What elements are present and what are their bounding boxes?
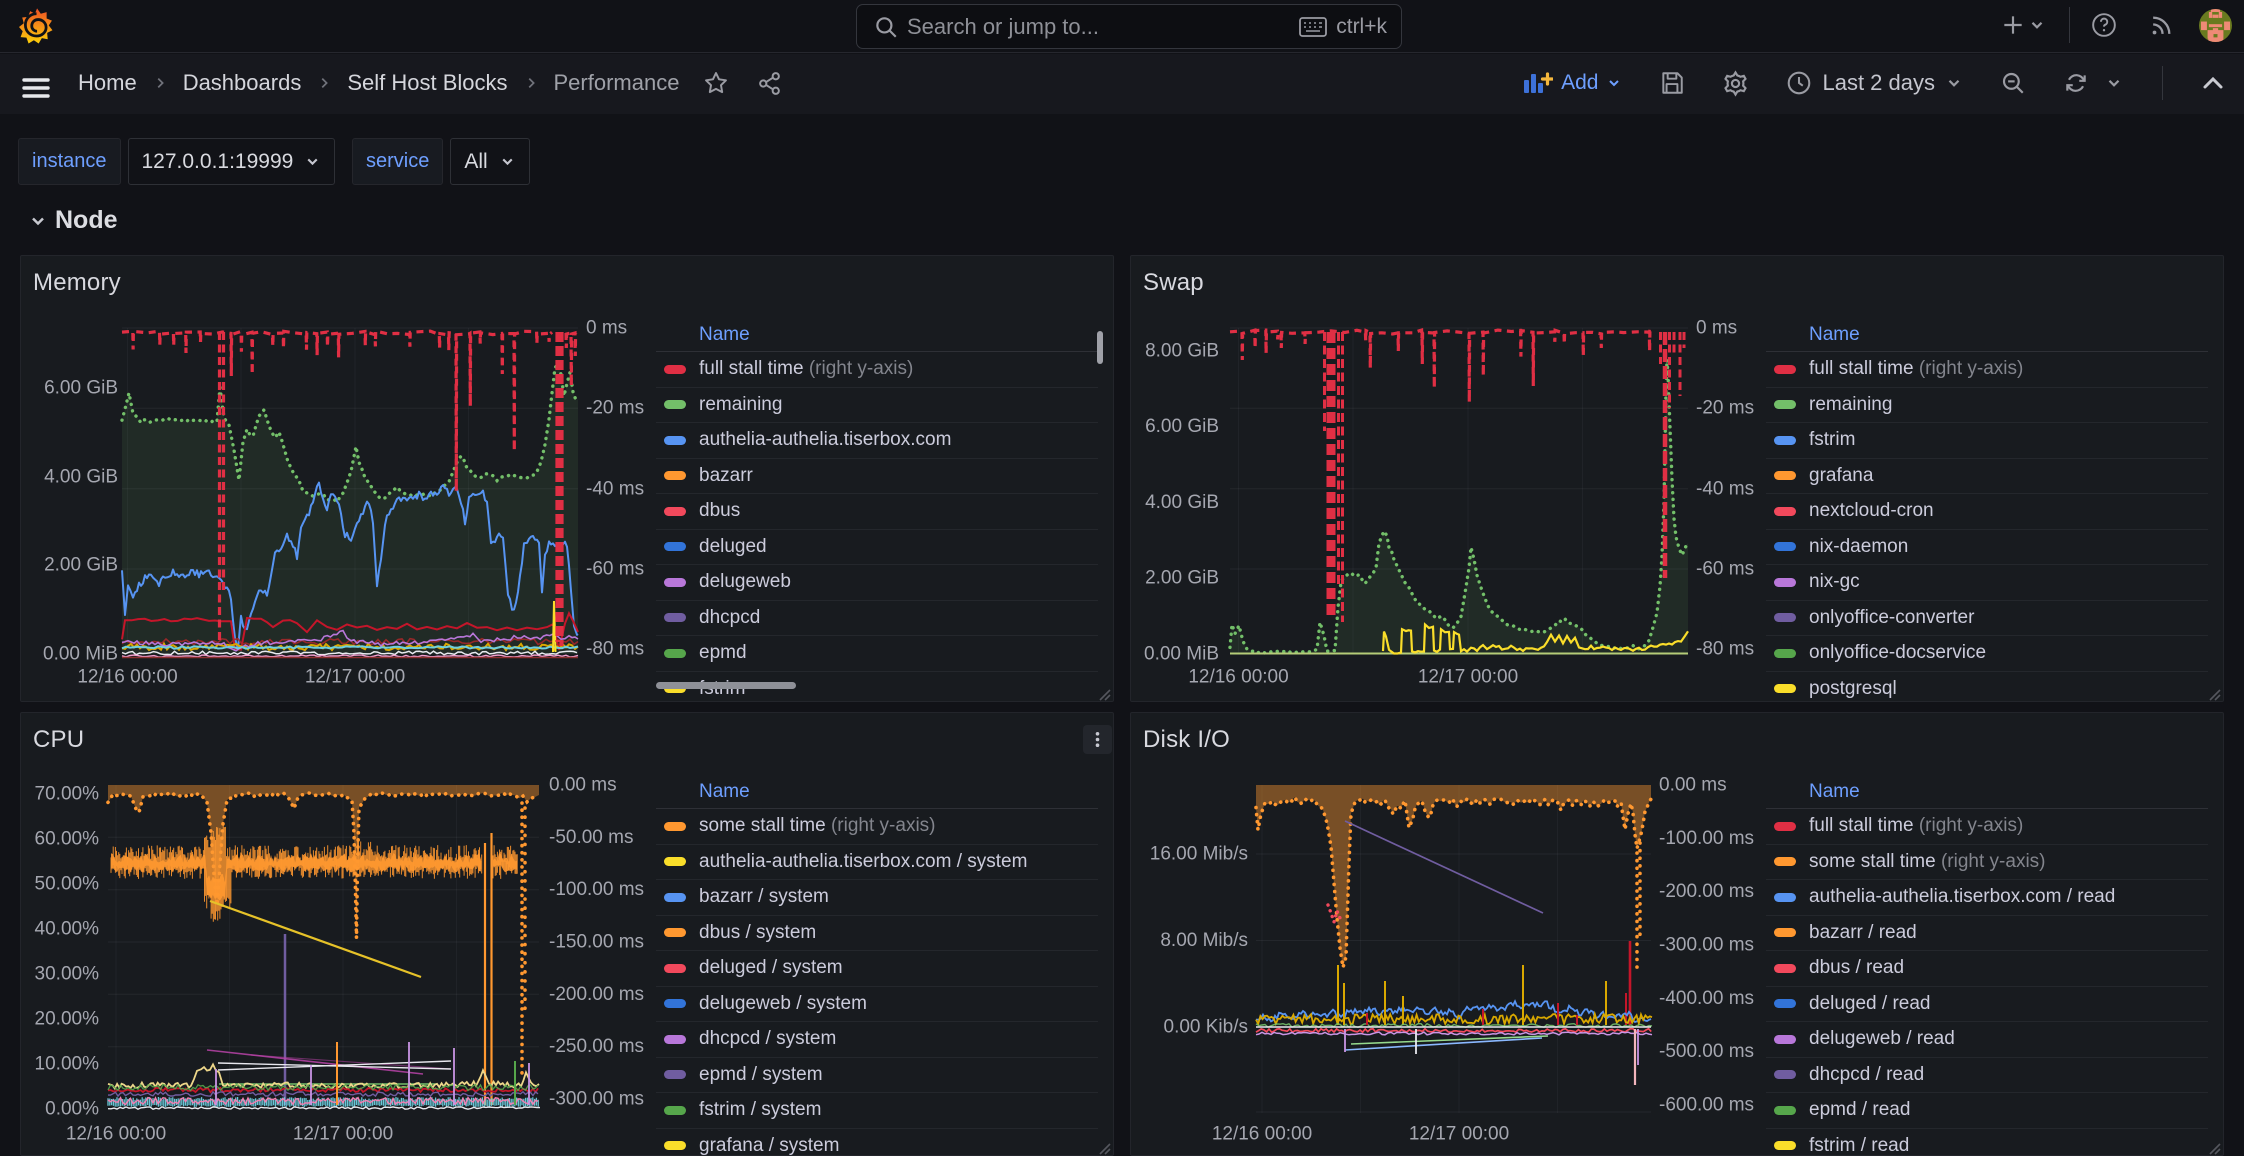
svg-text:12/16 00:00: 12/16 00:00 xyxy=(1212,1124,1312,1145)
svg-text:0 ms: 0 ms xyxy=(586,318,627,339)
svg-text:-150.00 ms: -150.00 ms xyxy=(549,932,644,953)
svg-text:70.00%: 70.00% xyxy=(35,784,100,805)
svg-text:-100.00 ms: -100.00 ms xyxy=(549,879,644,900)
svg-text:40.00%: 40.00% xyxy=(35,919,100,940)
svg-text:-600.00 ms: -600.00 ms xyxy=(1659,1095,1754,1116)
svg-text:0.00 MiB: 0.00 MiB xyxy=(1144,644,1219,665)
svg-text:0 ms: 0 ms xyxy=(1696,318,1737,339)
svg-text:-50.00 ms: -50.00 ms xyxy=(549,827,633,848)
svg-text:-250.00 ms: -250.00 ms xyxy=(549,1036,644,1057)
svg-text:8.00 GiB: 8.00 GiB xyxy=(1145,341,1219,362)
svg-text:0.00 ms: 0.00 ms xyxy=(1659,775,1727,796)
svg-text:-400.00 ms: -400.00 ms xyxy=(1659,988,1754,1009)
svg-text:-200.00 ms: -200.00 ms xyxy=(1659,881,1754,902)
svg-text:20.00%: 20.00% xyxy=(35,1009,100,1030)
svg-text:4.00 GiB: 4.00 GiB xyxy=(44,467,118,488)
svg-text:-40 ms: -40 ms xyxy=(586,479,644,500)
svg-text:2.00 GiB: 2.00 GiB xyxy=(44,555,118,576)
svg-text:-200.00 ms: -200.00 ms xyxy=(549,984,644,1005)
svg-text:0.00%: 0.00% xyxy=(45,1099,99,1120)
svg-text:12/16 00:00: 12/16 00:00 xyxy=(77,667,177,688)
svg-text:12/17 00:00: 12/17 00:00 xyxy=(1418,667,1518,688)
svg-text:50.00%: 50.00% xyxy=(35,874,100,895)
svg-text:60.00%: 60.00% xyxy=(35,829,100,850)
svg-text:0.00 MiB: 0.00 MiB xyxy=(43,644,118,665)
svg-text:2.00 GiB: 2.00 GiB xyxy=(1145,568,1219,589)
svg-text:6.00 GiB: 6.00 GiB xyxy=(1145,416,1219,437)
svg-text:12/17 00:00: 12/17 00:00 xyxy=(293,1124,393,1145)
svg-text:6.00 GiB: 6.00 GiB xyxy=(44,378,118,399)
svg-text:-500.00 ms: -500.00 ms xyxy=(1659,1041,1754,1062)
svg-text:0.00 ms: 0.00 ms xyxy=(549,775,617,796)
svg-text:-40 ms: -40 ms xyxy=(1696,479,1754,500)
svg-text:8.00 Mib/s: 8.00 Mib/s xyxy=(1160,930,1248,951)
svg-text:-300.00 ms: -300.00 ms xyxy=(1659,935,1754,956)
svg-text:30.00%: 30.00% xyxy=(35,964,100,985)
svg-text:-60 ms: -60 ms xyxy=(1696,559,1754,580)
svg-text:0.00 Kib/s: 0.00 Kib/s xyxy=(1164,1017,1249,1038)
svg-text:-80 ms: -80 ms xyxy=(1696,639,1754,660)
svg-text:12/16 00:00: 12/16 00:00 xyxy=(66,1124,166,1145)
svg-text:-20 ms: -20 ms xyxy=(1696,398,1754,419)
svg-text:-60 ms: -60 ms xyxy=(586,559,644,580)
svg-text:12/17 00:00: 12/17 00:00 xyxy=(305,667,405,688)
svg-text:-300.00 ms: -300.00 ms xyxy=(549,1089,644,1110)
svg-text:16.00 Mib/s: 16.00 Mib/s xyxy=(1150,844,1248,865)
svg-text:-100.00 ms: -100.00 ms xyxy=(1659,828,1754,849)
svg-text:12/16 00:00: 12/16 00:00 xyxy=(1188,667,1288,688)
svg-text:-80 ms: -80 ms xyxy=(586,639,644,660)
svg-text:-20 ms: -20 ms xyxy=(586,398,644,419)
svg-text:12/17 00:00: 12/17 00:00 xyxy=(1409,1124,1509,1145)
svg-text:4.00 GiB: 4.00 GiB xyxy=(1145,492,1219,513)
svg-text:10.00%: 10.00% xyxy=(35,1054,100,1075)
